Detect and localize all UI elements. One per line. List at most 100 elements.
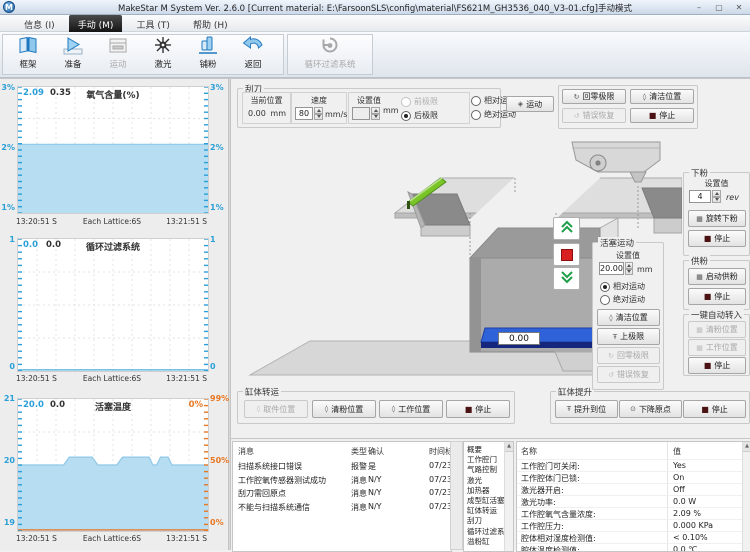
chart-piston-temperature: 21 20 19 99% 50% 0% 20.0 0.0 活塞温度 0% 13:… <box>0 394 228 550</box>
summary-item[interactable]: 激光 <box>464 475 504 485</box>
lower-origin-button[interactable]: ⊙下降原点 <box>619 400 682 418</box>
summary-scrollbar[interactable]: ▲ <box>504 442 513 551</box>
window-title: MakeStar M System Ver. 2.6.0 [Current ma… <box>0 2 750 14</box>
piston-temp-plot: 20.0 0.0 活塞温度 0% <box>17 398 209 532</box>
limit-icon: Ŧ <box>613 333 617 341</box>
menu-item-tools[interactable]: 工具 (T) <box>127 15 178 33</box>
scraper-run-button[interactable]: ◈运动 <box>506 96 554 112</box>
limit-icon: Ŧ <box>567 405 571 413</box>
piston-setvalue-spinner[interactable]: 20.00 <box>599 262 633 275</box>
piston-radio-absolute[interactable]: 绝对运动 <box>600 294 645 305</box>
piston-upper-limit-button[interactable]: Ŧ上极限 <box>597 328 660 345</box>
cylinder-lift-group: 缸体提升 Ŧ提升到位 ⊙下降原点 ■停止 <box>550 391 750 424</box>
maximize-icon[interactable]: ▢ <box>712 2 726 13</box>
message-row[interactable]: 工作腔氧传感器测试成功消息N/Y07/23/ <box>233 474 451 488</box>
piston-stop-button[interactable] <box>553 243 580 266</box>
rotate-powder-down-button[interactable]: ▦旋转下粉 <box>688 210 746 227</box>
return-icon <box>231 36 275 58</box>
lift-in-place-button[interactable]: Ŧ提升到位 <box>555 400 618 418</box>
menu-item-info[interactable]: 信息 (I) <box>15 15 64 33</box>
piston-radio-relative[interactable]: 相对运动 <box>600 281 645 292</box>
minimize-icon[interactable]: – <box>692 2 706 13</box>
piston-error-button: ↺错误恢复 <box>597 366 660 383</box>
stop-square-icon <box>561 249 573 261</box>
message-rows: 扫描系统接口错误报警是07/23/工作腔氧传感器测试成功消息N/Y07/23/刮… <box>233 460 451 514</box>
scroll-up-icon[interactable]: ▲ <box>505 442 513 452</box>
clean-powder-position-button[interactable]: ◊清粉位置 <box>312 400 376 418</box>
work-position-button[interactable]: ◊工作位置 <box>379 400 443 418</box>
powder-down-spinner[interactable]: 4 <box>689 190 721 203</box>
summary-item[interactable]: 成型缸活塞 <box>464 495 504 505</box>
scraper-stop-button[interactable]: ■停止 <box>630 108 694 123</box>
return-button[interactable]: 返回 <box>231 35 275 75</box>
scraper-home-button[interactable]: ↻回零极限 <box>562 89 626 104</box>
status-scrollbar[interactable]: ▲ <box>742 442 750 551</box>
message-row[interactable]: 扫描系统接口错误报警是07/23/ <box>233 460 451 474</box>
menu-item-help[interactable]: 帮助 (H) <box>184 15 237 33</box>
status-row[interactable]: 激光功率:0.0 W <box>517 495 743 507</box>
lift-stop-button[interactable]: ■停止 <box>683 400 746 418</box>
summary-item[interactable]: 概要 <box>464 444 504 454</box>
summary-item[interactable]: 循环过滤系统 <box>464 526 504 536</box>
scraper-current-position: 当前位置 0.00 mm <box>242 92 291 124</box>
summary-item[interactable]: 加热器 <box>464 485 504 495</box>
status-table: 名称 值 工作腔门可关闭:Yes工作腔体门已锁:On激光器开启:Off激光功率:… <box>516 441 750 552</box>
close-icon[interactable]: ✕ <box>732 2 746 13</box>
menu-item-manual[interactable]: 手动 (M) <box>69 15 123 33</box>
filter-icon <box>289 36 371 58</box>
summary-item[interactable]: 刮刀 <box>464 515 504 525</box>
status-row[interactable]: 工作腔氧气含量浓度:2.09 % <box>517 507 743 519</box>
summary-item[interactable]: 溢粉缸 <box>464 536 504 546</box>
powder-supply-group: 供粉 ▦启动供粉 ■停止 <box>683 260 750 310</box>
transfer-stop-button[interactable]: ■停止 <box>446 400 510 418</box>
scraper-clean-button[interactable]: ◊清洁位置 <box>630 89 694 104</box>
radio-rear-limit[interactable]: 后极限 <box>401 110 438 121</box>
status-row[interactable]: 腔体温度检测值:0.0 ℃ <box>517 543 743 552</box>
spinner-down-icon[interactable] <box>314 114 323 121</box>
message-row[interactable]: 不能与扫描系统通信消息N/Y07/23/ <box>233 501 451 515</box>
powder-button[interactable]: 铺粉 <box>186 35 230 75</box>
powder-down-stop-button[interactable]: ■停止 <box>688 230 746 247</box>
scraper-setvalue-spinner[interactable] <box>352 107 380 120</box>
piston-clean-button[interactable]: ◊清洁位置 <box>597 309 660 326</box>
chart-filter-system: 1 0 1 0 0.0 0.0 循环过滤系统 13:20:51 S Each L… <box>0 234 228 386</box>
frame-button[interactable]: 框架 <box>6 35 50 75</box>
spinner-down-icon[interactable] <box>712 197 721 204</box>
status-row[interactable]: 工作腔体门已锁:On <box>517 471 743 483</box>
piston-down-button[interactable] <box>553 267 580 290</box>
status-row[interactable]: 腔体相对湿度检测值:< 0.10% <box>517 531 743 543</box>
message-row[interactable]: 刮刀需回原点消息N/Y07/23/ <box>233 487 451 501</box>
stop-icon: ■ <box>701 405 709 414</box>
status-row[interactable]: 工作腔压力:0.000 KPa <box>517 519 743 531</box>
piston-up-button[interactable] <box>553 217 580 240</box>
laser-button[interactable]: 激光 <box>141 35 185 75</box>
scroll-up-icon[interactable]: ▲ <box>743 442 750 452</box>
scraper-speed-spinner[interactable]: 80 <box>295 107 323 120</box>
stop-icon: ■ <box>465 405 473 414</box>
chart-oxygen: 3% 2% 1% 3% 2% 1% 2.09 0.35 氧气含量(%) 13:2… <box>0 84 228 232</box>
summary-item[interactable]: 工作腔门 <box>464 454 504 464</box>
position-icon: ◊ <box>643 93 646 101</box>
auto-work-position-button: ▦工作位置 <box>688 339 746 356</box>
summary-item[interactable]: 缸体转运 <box>464 505 504 515</box>
spinner-down-icon[interactable] <box>625 269 633 276</box>
spinner-down-icon[interactable] <box>371 114 380 121</box>
status-row[interactable]: 工作腔门可关闭:Yes <box>517 459 743 471</box>
table-splitter[interactable] <box>450 441 463 550</box>
auto-stop-button[interactable]: ■停止 <box>688 357 746 374</box>
position-icon: ◊ <box>257 405 260 413</box>
grid-icon: ▦ <box>696 344 703 352</box>
powder-supply-stop-button[interactable]: ■停止 <box>688 288 746 305</box>
panel-splitter[interactable] <box>228 79 231 550</box>
prepare-button[interactable]: 准备 <box>51 35 95 75</box>
radio-front-limit[interactable]: 前极限 <box>401 96 438 107</box>
position-icon: ◊ <box>609 314 612 322</box>
grid-icon: ▦ <box>696 273 703 281</box>
status-row[interactable]: 激光器开启:Off <box>517 483 743 495</box>
feeder-hopper <box>572 142 660 182</box>
summary-item[interactable]: 气路控制 <box>464 464 504 474</box>
start-powder-supply-button[interactable]: ▦启动供粉 <box>688 268 746 285</box>
scraper-setvalue-box: 设置值 mm 前极限 后极限 <box>348 92 470 124</box>
scraper-group: 刮刀 当前位置 0.00 mm 速度 80 mm/s 设置值 mm 前极限 后极… <box>237 88 501 128</box>
piston-home-button: ↻回零极限 <box>597 347 660 364</box>
